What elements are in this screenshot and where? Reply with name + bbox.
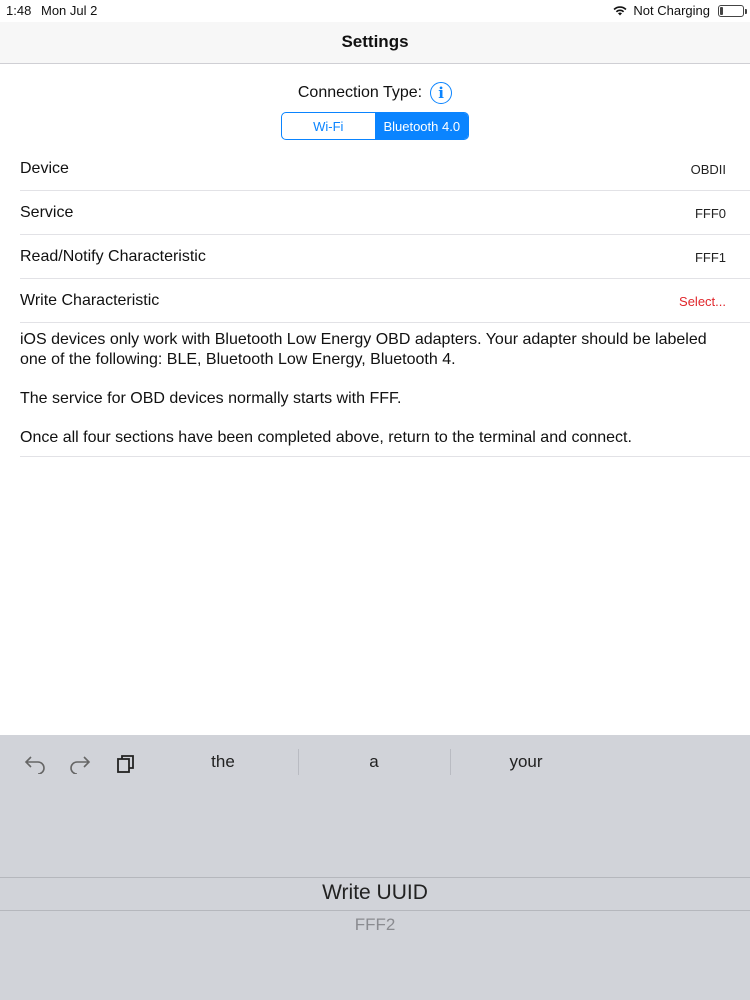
note-service: The service for OBD devices normally sta…	[20, 390, 402, 407]
picker-selection-bottom-line	[0, 910, 750, 911]
paste-icon[interactable]	[113, 752, 137, 776]
row-label: Read/Notify Characteristic	[20, 248, 206, 265]
status-date: Mon Jul 2	[41, 3, 98, 18]
row-label: Device	[20, 160, 69, 177]
navigation-bar: Settings	[0, 22, 750, 64]
read-notify-characteristic-row[interactable]: Read/Notify Characteristic FFF1	[0, 235, 750, 279]
connection-type-label: Connection Type:	[297, 84, 423, 101]
segment-wifi[interactable]: Wi-Fi	[282, 113, 375, 139]
keyboard-input-view: the a your Write UUID FFF2	[0, 735, 750, 1000]
settings-list: Device OBDII Service FFF0 Read/Notify Ch…	[0, 147, 750, 323]
note-connect: Once all four sections have been complet…	[20, 429, 632, 446]
picker-selection-top-line	[0, 877, 750, 878]
row-value: FFF1	[694, 249, 726, 265]
device-row[interactable]: Device OBDII	[0, 147, 750, 191]
uuid-picker[interactable]: Write UUID FFF2	[0, 877, 750, 1000]
suggestion-the[interactable]: the	[148, 752, 298, 772]
row-value: OBDII	[690, 161, 726, 177]
picker-selected-item[interactable]: Write UUID	[0, 881, 750, 905]
page-title: Settings	[341, 32, 409, 51]
connection-type-segmented-control: Wi-Fi Bluetooth 4.0	[281, 112, 469, 140]
divider	[20, 456, 750, 457]
shortcut-bar: the a your	[0, 735, 750, 793]
select-link[interactable]: Select...	[679, 294, 726, 309]
note-ble: iOS devices only work with Bluetooth Low…	[20, 331, 707, 368]
write-characteristic-row[interactable]: Write Characteristic Select...	[0, 279, 750, 323]
suggestion-your[interactable]: your	[451, 752, 601, 772]
redo-icon[interactable]	[68, 752, 92, 776]
battery-icon	[718, 4, 747, 17]
info-icon[interactable]: i	[430, 82, 453, 104]
status-right: Not Charging	[613, 3, 747, 18]
connection-type-header: Connection Type: i	[0, 80, 750, 106]
segment-bluetooth[interactable]: Bluetooth 4.0	[374, 113, 468, 139]
undo-icon[interactable]	[23, 752, 47, 776]
status-bar: 1:48 Mon Jul 2 Not Charging	[0, 0, 750, 22]
service-row[interactable]: Service FFF0	[0, 191, 750, 235]
row-value: FFF0	[694, 205, 726, 221]
row-label: Write Characteristic	[20, 292, 160, 309]
picker-item[interactable]: FFF2	[0, 915, 750, 935]
help-notes: iOS devices only work with Bluetooth Low…	[20, 330, 750, 467]
row-label: Service	[20, 204, 74, 221]
suggestion-a[interactable]: a	[299, 752, 449, 772]
status-time: 1:48	[6, 3, 32, 18]
charging-status: Not Charging	[633, 3, 710, 18]
wifi-icon	[613, 6, 627, 16]
